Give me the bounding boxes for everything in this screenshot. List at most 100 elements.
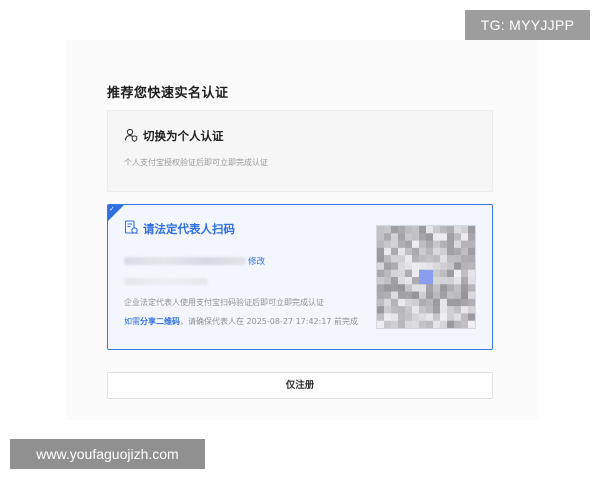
qr-pixel xyxy=(412,233,420,241)
qr-pixel xyxy=(433,277,441,285)
qr-pixel xyxy=(447,306,455,314)
qr-pixel xyxy=(433,298,441,307)
qr-pixel xyxy=(398,240,406,249)
qr-pixel xyxy=(426,291,434,300)
qr-pixel xyxy=(398,291,406,300)
qr-pixel xyxy=(447,298,455,307)
qr-pixel xyxy=(426,298,434,307)
qr-pixel xyxy=(433,240,441,249)
qr-pixel xyxy=(461,284,469,292)
qr-pixel xyxy=(377,269,385,278)
redacted-company-name xyxy=(124,257,246,265)
qr-pixel xyxy=(419,226,427,234)
qr-pixel xyxy=(461,313,469,322)
qr-pixel xyxy=(384,226,392,234)
qr-pixel xyxy=(440,306,448,314)
qr-pixel xyxy=(384,240,392,249)
qr-pixel xyxy=(391,284,399,292)
modify-link[interactable]: 修改 xyxy=(248,255,265,267)
legal-rep-title: 请法定代表人扫码 xyxy=(143,222,235,236)
qr-pixel xyxy=(391,277,399,285)
qr-pixel xyxy=(398,262,406,271)
qr-pixel xyxy=(440,247,448,256)
qr-pixel xyxy=(461,262,469,271)
qr-pixel xyxy=(391,247,399,256)
qr-pixel xyxy=(454,226,462,234)
qr-pixel xyxy=(391,306,399,314)
qr-pixel xyxy=(377,291,385,300)
qr-pixel xyxy=(454,284,462,292)
qr-pixel xyxy=(384,255,392,263)
qr-pixel xyxy=(412,291,420,300)
personal-auth-card[interactable]: 切换为个人认证 个人支付宝授权验证后即可立即完成认证 xyxy=(107,110,493,192)
share-deadline-text: ，请确保代表人在 2025-08-27 17:42:17 前完成 xyxy=(180,317,359,326)
qr-pixel xyxy=(426,306,434,314)
qr-pixel xyxy=(398,269,406,278)
qr-pixel xyxy=(377,313,385,322)
qr-pixel xyxy=(377,262,385,271)
qr-pixel xyxy=(433,255,441,263)
qr-pixel xyxy=(440,291,448,300)
qr-pixel xyxy=(468,226,475,234)
qr-pixel xyxy=(405,277,413,285)
qr-pixel xyxy=(398,313,406,322)
qr-pixel xyxy=(405,313,413,322)
qr-pixel xyxy=(419,298,427,307)
qr-pixel xyxy=(440,320,448,328)
qr-pixel xyxy=(461,277,469,285)
qr-pixel xyxy=(468,262,475,271)
qr-pixel xyxy=(391,269,399,278)
qr-pixel xyxy=(398,233,406,241)
qr-pixel xyxy=(426,255,434,263)
qr-pixel xyxy=(461,226,469,234)
qr-pixel xyxy=(391,313,399,322)
qr-pixel xyxy=(426,320,434,328)
qr-pixel xyxy=(447,262,455,271)
qr-pixel xyxy=(412,262,420,271)
qr-pixel xyxy=(426,240,434,249)
qr-pixel xyxy=(440,269,448,278)
qr-pixel xyxy=(405,298,413,307)
qr-pixel xyxy=(384,313,392,322)
qr-pixel xyxy=(461,233,469,241)
page-title: 推荐您快速实名认证 xyxy=(107,86,229,101)
qr-pixel xyxy=(405,255,413,263)
qr-pixel xyxy=(461,247,469,256)
qr-pixel xyxy=(440,298,448,307)
legal-rep-description: 企业法定代表人使用支付宝扫码验证后即可立即完成认证 xyxy=(124,298,324,307)
qr-pixel xyxy=(468,291,475,300)
qr-pixel xyxy=(447,233,455,241)
qr-pixel xyxy=(391,255,399,263)
qr-pixel xyxy=(461,269,469,278)
qr-pixel xyxy=(412,247,420,256)
personal-auth-description: 个人支付宝授权验证后即可立即完成认证 xyxy=(124,158,268,167)
qr-pixel xyxy=(447,284,455,292)
qr-pixel xyxy=(461,306,469,314)
qr-pixel xyxy=(433,284,441,292)
qr-pixel xyxy=(398,320,406,328)
qr-pixel xyxy=(426,262,434,271)
watermark-bottom: www.youfaguojizh.com xyxy=(10,439,205,469)
qr-pixel xyxy=(447,269,455,278)
qr-pixel xyxy=(412,313,420,322)
qr-pixel xyxy=(377,306,385,314)
qr-pixel xyxy=(412,240,420,249)
qr-pixel xyxy=(433,269,441,278)
qr-pixel xyxy=(419,233,427,241)
qr-pixel xyxy=(447,255,455,263)
qr-pixel xyxy=(440,255,448,263)
qr-pixel xyxy=(405,269,413,278)
legal-rep-auth-card[interactable]: ✓ 请法定代表人扫码 修改 企业法定代表人使用支付宝扫码验证后即可立即完成认证 … xyxy=(107,204,493,350)
qr-pixel xyxy=(468,255,475,263)
qr-pixel xyxy=(384,306,392,314)
qr-pixel xyxy=(377,284,385,292)
qr-pixel xyxy=(433,226,441,234)
share-qr-link[interactable]: 分享二维码 xyxy=(140,317,180,326)
qr-pixel xyxy=(468,320,475,328)
qr-pixel xyxy=(405,291,413,300)
qr-pixel xyxy=(405,226,413,234)
qr-pixel xyxy=(419,306,427,314)
qr-pixel xyxy=(447,291,455,300)
register-only-button[interactable]: 仅注册 xyxy=(107,372,493,399)
qr-pixel xyxy=(377,298,385,307)
